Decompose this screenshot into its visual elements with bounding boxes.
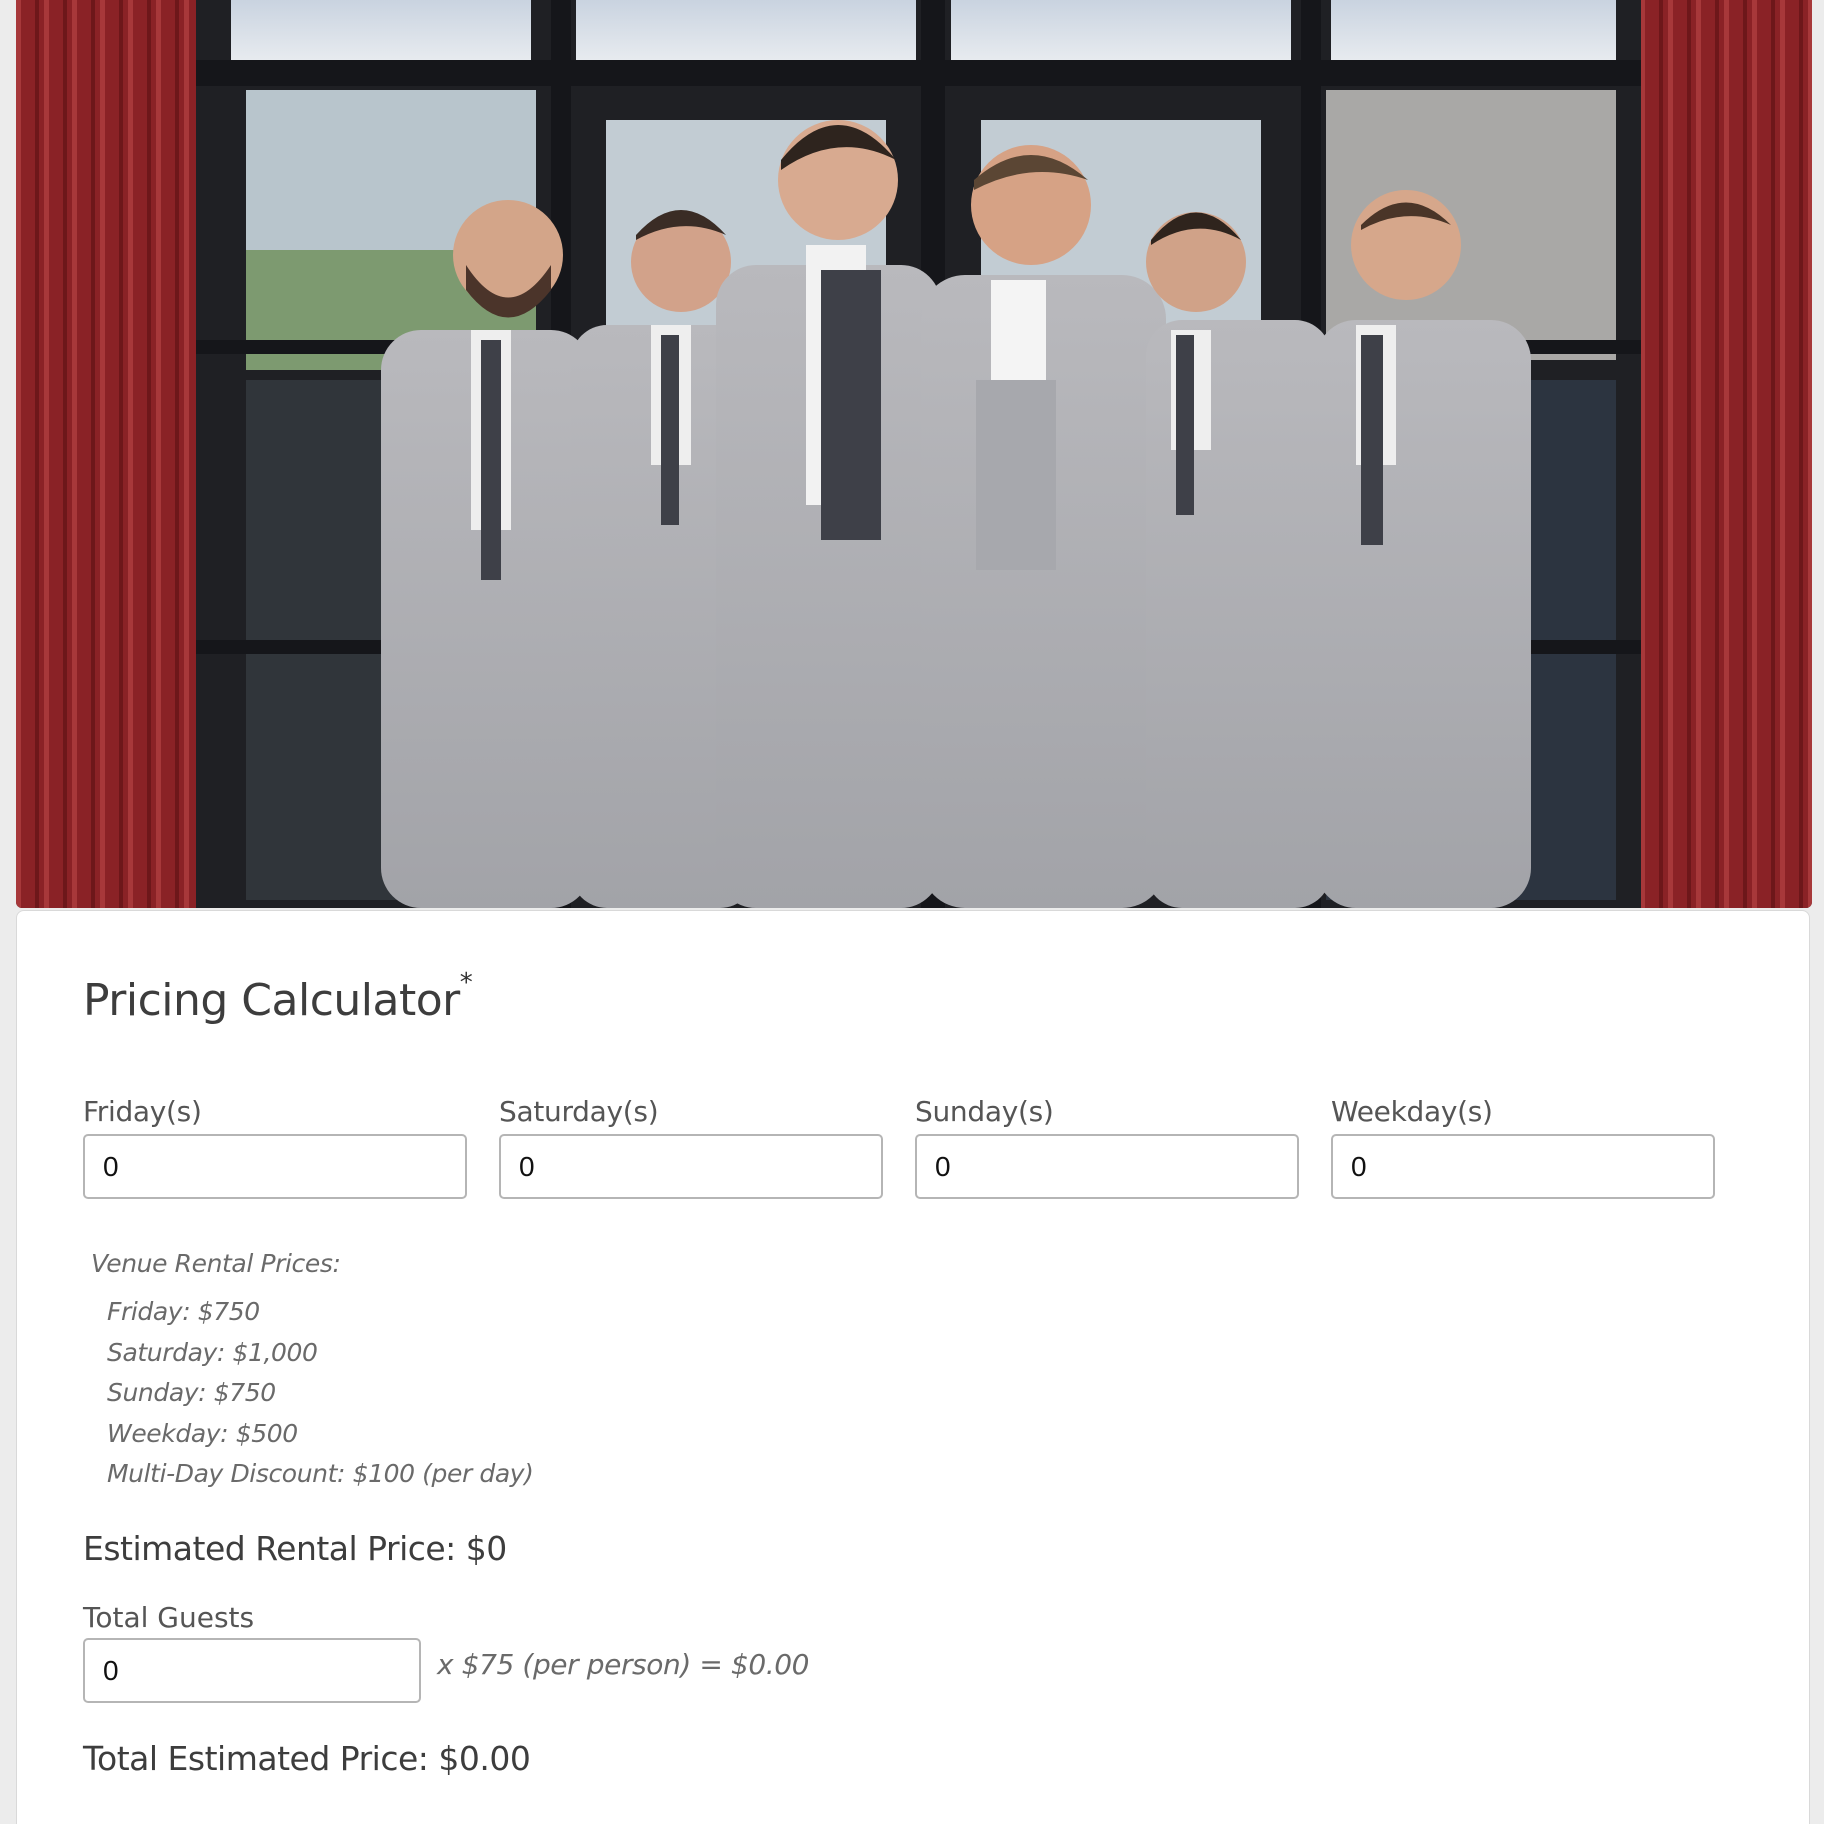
pricing-calculator-card: Pricing Calculator* Friday(s) Saturday(s… <box>16 910 1810 1824</box>
guest-calculation: x $75 (per person) = $0.00 <box>437 1648 810 1681</box>
total-guests-input[interactable] <box>83 1638 421 1703</box>
sunday-input[interactable] <box>915 1134 1299 1199</box>
saturday-field: Saturday(s) <box>499 1095 883 1199</box>
price-item-friday: Friday: $750 <box>107 1297 260 1326</box>
saturday-label: Saturday(s) <box>499 1095 659 1128</box>
total-estimated-price: Total Estimated Price: $0.00 <box>83 1739 531 1778</box>
friday-input[interactable] <box>83 1134 467 1199</box>
estimated-rental-price: Estimated Rental Price: $0 <box>83 1529 507 1568</box>
groomsmen-photo-icon <box>16 0 1812 908</box>
venue-rental-prices: Venue Rental Prices: Friday: $750 Saturd… <box>91 1249 534 1495</box>
required-marker: * <box>459 968 473 999</box>
hero-photo <box>16 0 1812 908</box>
total-guests-field: Total Guests <box>83 1601 421 1703</box>
total-guests-label: Total Guests <box>83 1601 255 1634</box>
price-item-sunday: Sunday: $750 <box>107 1378 276 1407</box>
friday-field: Friday(s) <box>83 1095 467 1199</box>
price-item-discount: Multi-Day Discount: $100 (per day) <box>107 1459 534 1488</box>
friday-label: Friday(s) <box>83 1095 202 1128</box>
weekday-field: Weekday(s) <box>1331 1095 1715 1199</box>
prices-list: Friday: $750 Saturday: $1,000 Sunday: $7… <box>91 1292 534 1495</box>
price-item-weekday: Weekday: $500 <box>107 1418 298 1448</box>
weekday-input[interactable] <box>1331 1134 1715 1199</box>
sunday-label: Sunday(s) <box>915 1095 1054 1128</box>
sunday-field: Sunday(s) <box>915 1095 1299 1199</box>
weekday-label: Weekday(s) <box>1331 1095 1493 1128</box>
price-item-saturday: Saturday: $1,000 <box>107 1337 318 1367</box>
title-text: Pricing Calculator <box>83 975 460 1026</box>
prices-heading: Venue Rental Prices: <box>91 1249 341 1278</box>
page-title: Pricing Calculator* <box>83 968 473 1026</box>
page: Pricing Calculator* Friday(s) Saturday(s… <box>0 0 1824 1824</box>
saturday-input[interactable] <box>499 1134 883 1199</box>
